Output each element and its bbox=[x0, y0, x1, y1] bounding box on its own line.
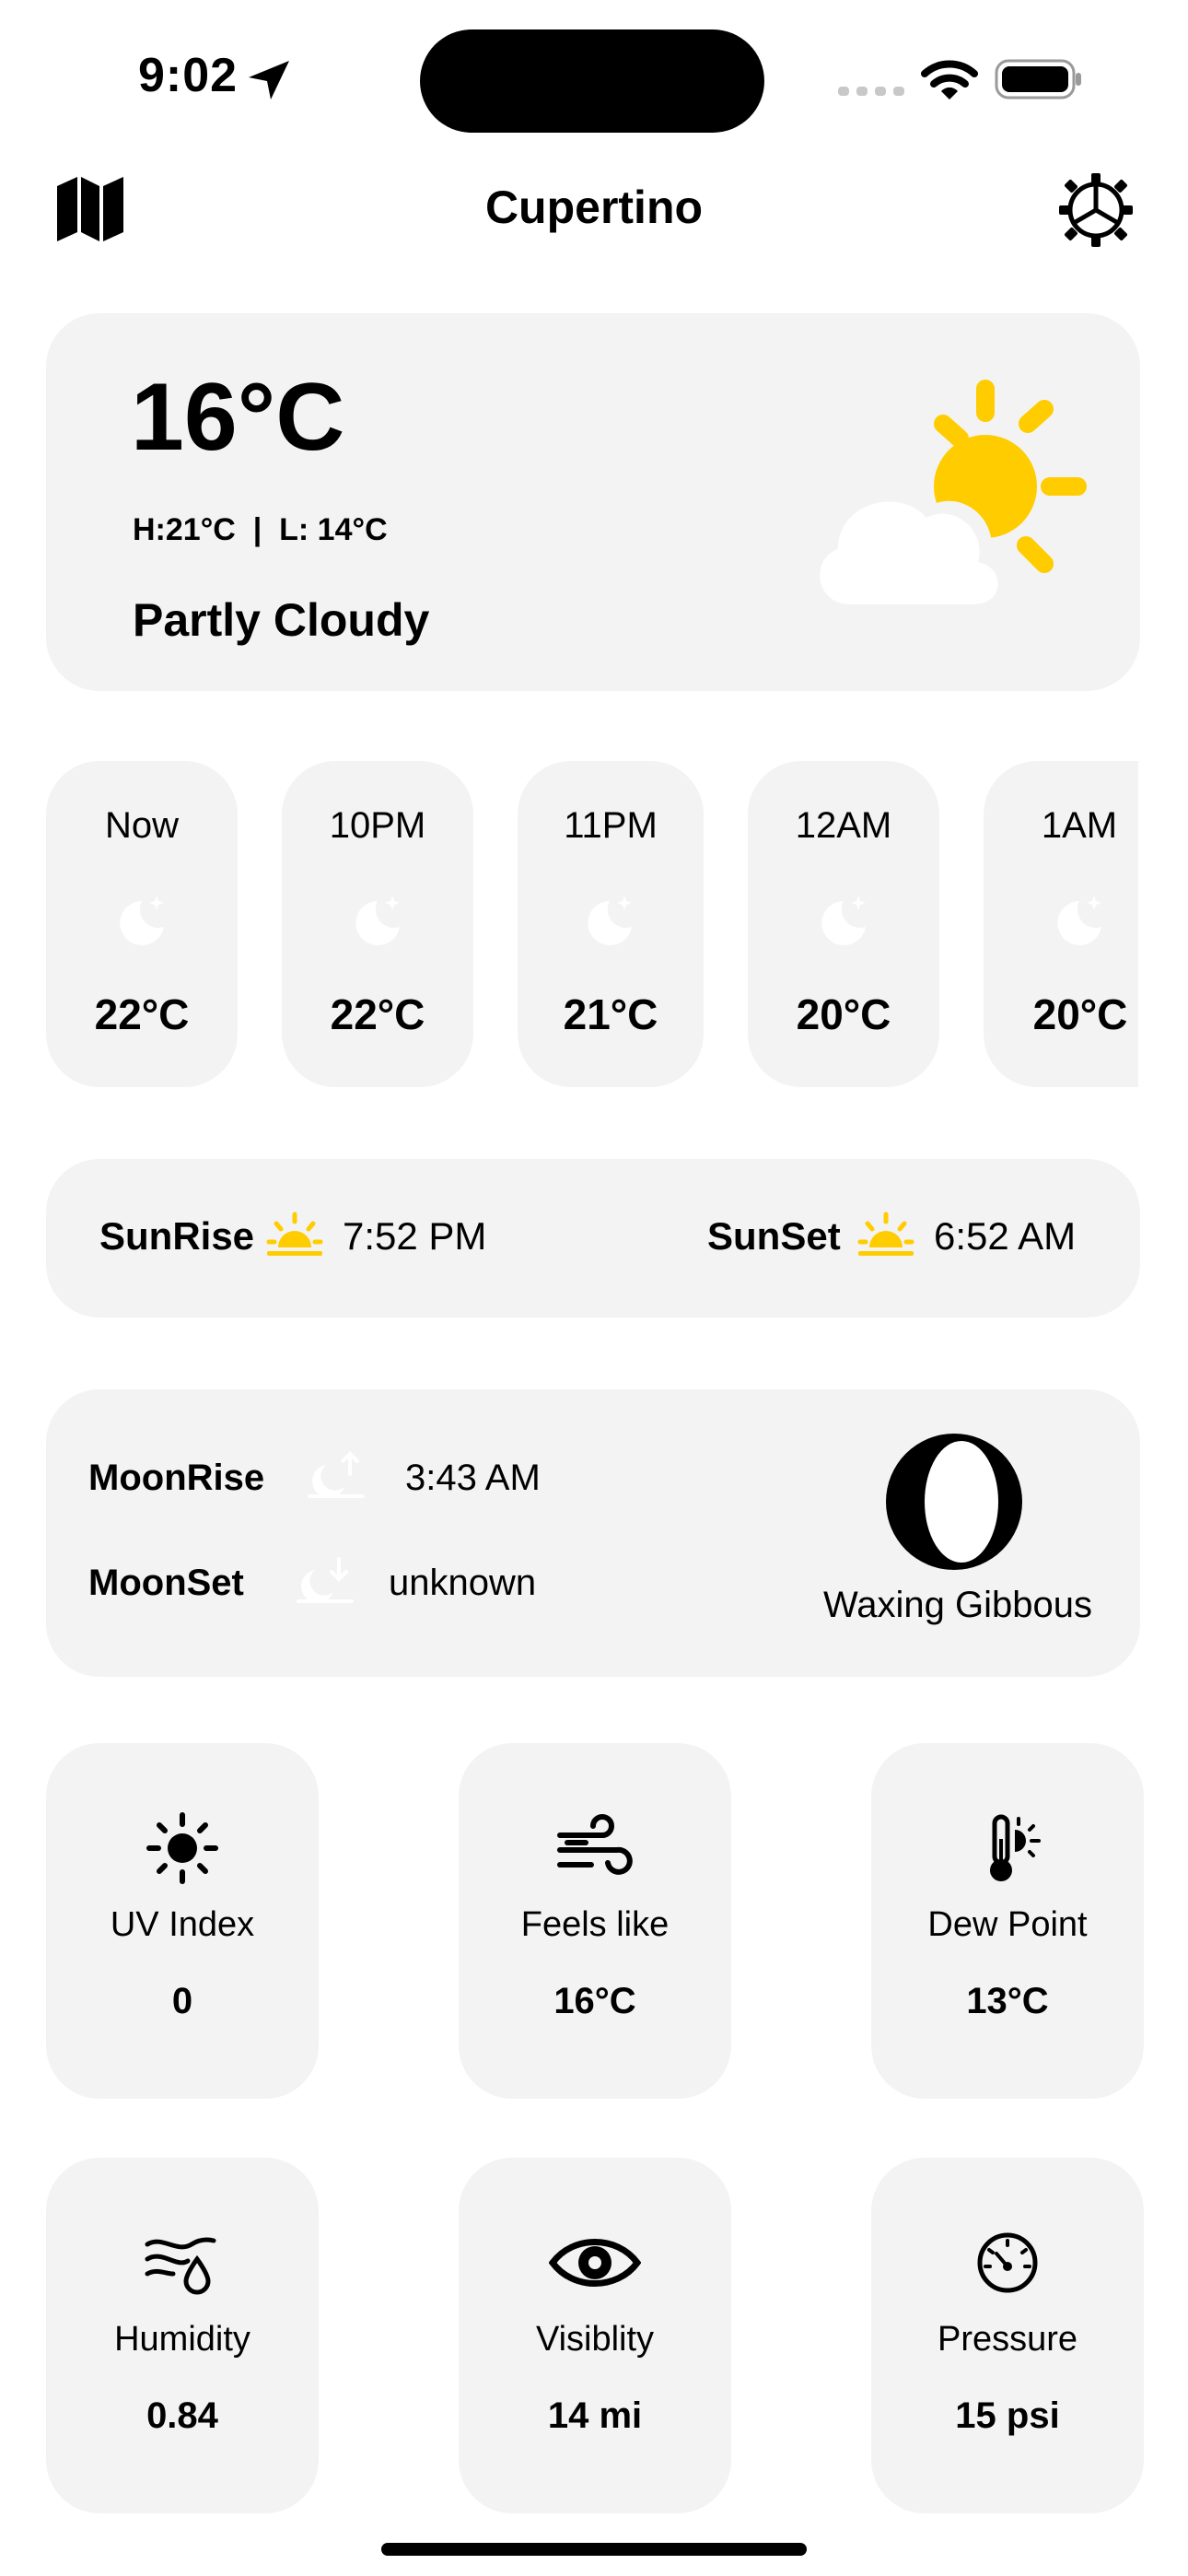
metric-label: UV Index bbox=[110, 1905, 255, 1944]
wifi-icon bbox=[921, 60, 978, 100]
metric-value: 16°C bbox=[553, 1981, 636, 2021]
location-arrow-icon bbox=[249, 61, 289, 100]
moonrise-icon bbox=[308, 1451, 365, 1498]
sunset-time: 6:52 AM bbox=[934, 1214, 1077, 1258]
eye-icon bbox=[549, 2239, 641, 2287]
moonset-icon bbox=[297, 1557, 354, 1603]
metric-label: Feels like bbox=[520, 1905, 670, 1944]
metric-value: 14 mi bbox=[547, 2395, 643, 2436]
wind-icon bbox=[557, 1814, 633, 1875]
current-condition: Partly Cloudy bbox=[133, 594, 430, 646]
metric-value: 0.84 bbox=[146, 2395, 218, 2436]
metric-humidity[interactable]: Humidity 0.84 bbox=[46, 2158, 319, 2513]
sunset-label: SunSet bbox=[707, 1214, 841, 1258]
home-indicator[interactable] bbox=[381, 2543, 807, 2556]
status-time: 9:02 bbox=[138, 48, 238, 103]
sun-times-card: SunRise 7:52 PM SunSet 6:52 AM bbox=[46, 1159, 1140, 1317]
sunset-icon bbox=[857, 1212, 914, 1256]
moonset-label: MoonSet bbox=[88, 1563, 244, 1603]
metric-label: Dew Point bbox=[927, 1905, 1088, 1944]
high-low-temperature: H:21°C | L: 14°C bbox=[133, 512, 388, 547]
current-weather-card: 16°C H:21°C | L: 14°C Partly Cloudy bbox=[46, 313, 1140, 691]
hourly-item-now[interactable]: Now 22°C bbox=[46, 761, 238, 1087]
hour-label: Now bbox=[104, 805, 180, 846]
moon-phase-icon bbox=[886, 1434, 1022, 1570]
hour-temperature: 22°C bbox=[330, 990, 425, 1038]
hour-label: 10PM bbox=[329, 805, 426, 846]
hour-temperature: 20°C bbox=[796, 990, 891, 1038]
moonrise-label: MoonRise bbox=[88, 1458, 265, 1498]
metric-feels-like[interactable]: Feels like 16°C bbox=[459, 1743, 731, 2099]
status-time-text: 9:02 bbox=[138, 49, 239, 102]
dynamic-island bbox=[420, 29, 764, 133]
battery-icon bbox=[995, 59, 1081, 100]
metric-label: Visiblity bbox=[535, 2320, 655, 2359]
moonset-time: unknown bbox=[389, 1563, 537, 1603]
moon-stars-icon bbox=[355, 896, 400, 945]
cellular-signal-icon bbox=[838, 87, 904, 96]
hour-temperature: 20°C bbox=[1032, 990, 1128, 1038]
hour-label: 12AM bbox=[795, 805, 892, 846]
humidity-icon bbox=[145, 2237, 216, 2295]
hour-label: 11PM bbox=[564, 805, 658, 846]
metric-label: Humidity bbox=[114, 2320, 250, 2359]
page-title: Cupertino bbox=[484, 181, 704, 233]
hourly-item-1am[interactable]: 1AM 20°C bbox=[984, 761, 1138, 1087]
metric-uv-index[interactable]: UV Index 0 bbox=[46, 1743, 319, 2099]
metric-value: 15 psi bbox=[955, 2395, 1060, 2436]
partly-cloudy-icon bbox=[798, 380, 1087, 614]
moon-phase-label: Waxing Gibbous bbox=[823, 1585, 1092, 1625]
moon-stars-icon bbox=[821, 896, 866, 945]
hour-label: 1AM bbox=[1041, 805, 1118, 846]
metric-pressure[interactable]: Pressure 15 psi bbox=[871, 2158, 1144, 2513]
gauge-icon bbox=[977, 2232, 1038, 2293]
thermometer-sun-icon bbox=[990, 1814, 1041, 1881]
current-temperature: 16°C bbox=[131, 364, 345, 471]
sunrise-icon bbox=[266, 1212, 323, 1256]
moon-stars-icon bbox=[120, 896, 164, 945]
metric-dew-point[interactable]: Dew Point 13°C bbox=[871, 1743, 1144, 2099]
metric-visibility[interactable]: Visiblity 14 mi bbox=[459, 2158, 731, 2513]
metric-value: 13°C bbox=[966, 1981, 1049, 2021]
moonrise-time: 3:43 AM bbox=[405, 1458, 541, 1498]
hour-temperature: 21°C bbox=[563, 990, 658, 1038]
hourly-item-12am[interactable]: 12AM 20°C bbox=[748, 761, 939, 1087]
hourly-item-10pm[interactable]: 10PM 22°C bbox=[282, 761, 473, 1087]
settings-gear-icon[interactable] bbox=[1057, 171, 1135, 249]
metric-label: Pressure bbox=[937, 2320, 1078, 2359]
moon-stars-icon bbox=[588, 896, 632, 945]
moon-card: MoonRise 3:43 AM MoonSet unknown Waxing … bbox=[46, 1389, 1140, 1677]
sunrise-label: SunRise bbox=[99, 1214, 255, 1258]
sunrise-time: 7:52 PM bbox=[343, 1214, 487, 1258]
hourly-item-11pm[interactable]: 11PM 21°C bbox=[518, 761, 704, 1087]
metric-value: 0 bbox=[171, 1981, 193, 2021]
hour-temperature: 22°C bbox=[94, 990, 190, 1038]
moon-stars-icon bbox=[1057, 896, 1101, 945]
sun-icon bbox=[146, 1812, 218, 1884]
